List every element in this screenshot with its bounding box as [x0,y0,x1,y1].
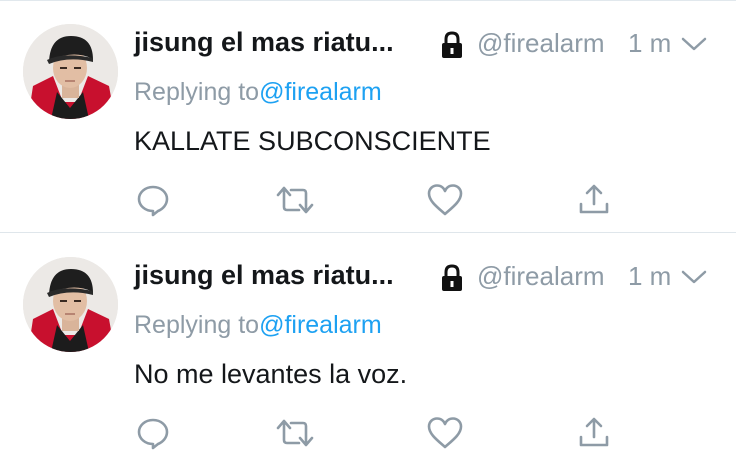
timestamp[interactable]: 1 m [628,261,671,292]
chevron-down-icon[interactable] [680,35,708,53]
replying-to: Replying to@firealarm [134,78,382,107]
lock-icon [437,30,467,60]
share-button[interactable] [574,180,614,220]
share-button[interactable] [574,413,614,453]
tweet[interactable]: jisung el mas riatu... @firealarm 1 m Re… [0,0,736,233]
chevron-down-icon[interactable] [680,268,708,286]
avatar[interactable] [23,24,118,119]
tweet-header: jisung el mas riatu... @firealarm 1 m [134,24,724,64]
retweet-button[interactable] [275,413,315,453]
handle[interactable]: @firealarm [477,28,605,59]
timestamp[interactable]: 1 m [628,28,671,59]
share-icon [579,417,609,447]
avatar[interactable] [23,257,118,352]
heart-icon [427,417,463,449]
retweet-icon [276,186,314,214]
handle[interactable]: @firealarm [477,261,605,292]
reply-button[interactable] [133,180,173,220]
display-name[interactable]: jisung el mas riatu... [134,260,394,291]
reply-icon [137,418,169,450]
tweet-header: jisung el mas riatu... @firealarm 1 m [134,257,724,297]
reply-button[interactable] [133,413,173,453]
like-button[interactable] [425,413,465,453]
retweet-button[interactable] [275,180,315,220]
display-name[interactable]: jisung el mas riatu... [134,27,394,58]
share-icon [579,184,609,214]
lock-icon [437,263,467,293]
replying-to: Replying to@firealarm [134,311,382,340]
heart-icon [427,184,463,216]
replying-to-handle[interactable]: @firealarm [259,78,382,106]
retweet-icon [276,419,314,447]
replying-to-label: Replying to [134,78,260,106]
like-button[interactable] [425,180,465,220]
reply-icon [137,185,169,217]
replying-to-label: Replying to [134,311,260,339]
replying-to-handle[interactable]: @firealarm [259,311,382,339]
tweet-text: No me levantes la voz. [134,359,408,389]
tweet-text: KALLATE SUBCONSCIENTE [134,126,491,156]
tweet[interactable]: jisung el mas riatu... @firealarm 1 m Re… [0,233,736,465]
